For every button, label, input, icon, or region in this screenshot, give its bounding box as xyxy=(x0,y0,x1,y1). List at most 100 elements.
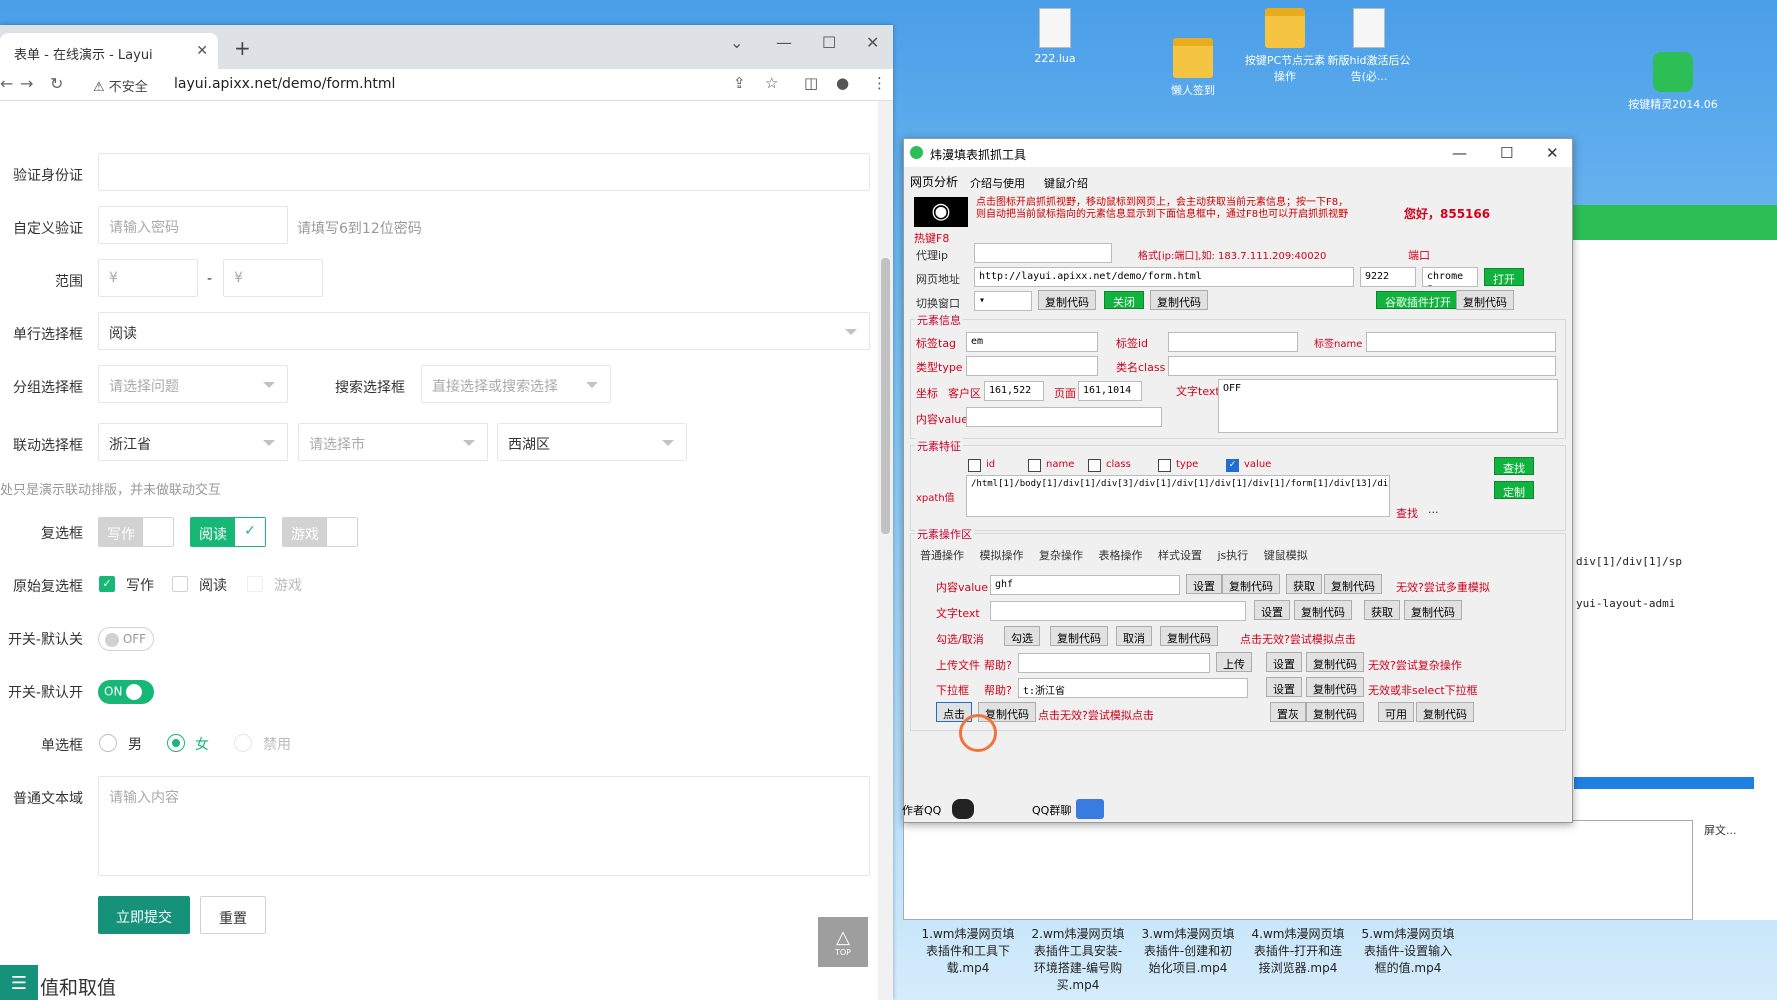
minimize-icon[interactable]: — xyxy=(1452,144,1467,162)
set-button[interactable]: 设置 xyxy=(1254,600,1290,620)
get-button[interactable]: 获取 xyxy=(1286,574,1322,594)
tag-id-input[interactable] xyxy=(1168,332,1298,352)
radio-female[interactable] xyxy=(167,734,185,752)
copy-code-button[interactable]: 复制代码 xyxy=(1150,290,1208,310)
check-type[interactable] xyxy=(1158,459,1171,472)
port-input[interactable]: 9222 xyxy=(1360,267,1416,287)
op-tab[interactable]: 样式设置 xyxy=(1158,549,1202,562)
dropdown-input[interactable]: t:浙江省 xyxy=(1018,678,1248,698)
op-tab[interactable]: 模拟操作 xyxy=(980,549,1024,562)
check-class[interactable] xyxy=(1088,459,1101,472)
new-tab-icon[interactable]: + xyxy=(234,36,251,60)
copy-code-button[interactable]: 复制代码 xyxy=(1038,290,1096,310)
single-select[interactable]: 阅读 xyxy=(98,312,870,350)
op-text-input[interactable] xyxy=(990,601,1246,621)
page-scrollbar[interactable] xyxy=(878,101,893,1000)
upload-input[interactable] xyxy=(1018,653,1210,673)
tab-keymouse[interactable]: 键鼠介绍 xyxy=(1044,175,1088,191)
maximize-icon[interactable]: ☐ xyxy=(1500,144,1513,162)
uncheck-button[interactable]: 取消 xyxy=(1116,626,1152,646)
reload-icon[interactable]: ↻ xyxy=(50,74,63,93)
video-file[interactable]: 4.wm炜漫网页填表插件-打开和连接浏览器.mp4 xyxy=(1248,925,1348,976)
copy-code-button[interactable]: 复制代码 xyxy=(1306,652,1364,672)
raw-checkbox-writing[interactable]: ✓ xyxy=(99,576,115,592)
desktop-icon[interactable]: 懒人签到 xyxy=(1148,38,1238,98)
op-tab[interactable]: 表格操作 xyxy=(1099,549,1143,562)
chevron-down-icon[interactable]: ⌄ xyxy=(730,33,743,52)
copy-code-button[interactable]: 复制代码 xyxy=(1416,702,1474,722)
window-select[interactable]: ▾ xyxy=(974,291,1032,311)
enable-button[interactable]: 可用 xyxy=(1378,702,1414,722)
find-link[interactable]: 查找 xyxy=(1396,505,1418,521)
copy-code-button[interactable]: 复制代码 xyxy=(1456,290,1514,310)
op-tab[interactable]: js执行 xyxy=(1218,549,1249,562)
menu-toggle-icon[interactable]: ☰ xyxy=(0,965,38,1000)
copy-code-button[interactable]: 复制代码 xyxy=(1160,626,1218,646)
star-icon[interactable]: ☆ xyxy=(765,74,778,92)
url-field[interactable]: layui.apixx.net/demo/form.html xyxy=(174,76,395,92)
help-link[interactable]: 帮助? xyxy=(984,657,1012,673)
find-button[interactable]: 查找 xyxy=(1494,457,1534,475)
close-icon[interactable]: ✕ xyxy=(1546,144,1559,162)
security-warning[interactable]: ⚠ 不安全 xyxy=(93,76,148,95)
tab-analysis[interactable]: 网页分析 xyxy=(910,173,958,190)
tag-input[interactable]: em xyxy=(966,332,1098,352)
sidepanel-icon[interactable]: ◫ xyxy=(804,74,818,92)
penguin-icon[interactable] xyxy=(952,799,974,819)
check-name[interactable] xyxy=(1028,459,1041,472)
search-select[interactable]: 直接选择或搜索选择 xyxy=(421,365,611,403)
menu-icon[interactable]: ⋮ xyxy=(872,74,887,92)
copy-code-button[interactable]: 复制代码 xyxy=(1324,574,1382,594)
type-input[interactable] xyxy=(966,356,1098,376)
close-tab-icon[interactable]: ✕ xyxy=(196,43,208,59)
raw-checkbox-reading[interactable] xyxy=(172,576,188,592)
browser-select[interactable]: chrome ▾ xyxy=(1422,267,1478,287)
range-max-input[interactable]: ¥ xyxy=(223,259,323,297)
checkbox-reading[interactable]: 阅读 ✓ xyxy=(190,517,266,547)
close-browser-button[interactable]: 关闭 xyxy=(1104,291,1144,309)
video-file[interactable]: 1.wm炜漫网页填表插件和工具下载.mp4 xyxy=(918,925,1018,976)
simulate-click-link[interactable]: 点击无效?尝试模拟点击 xyxy=(1240,631,1356,647)
get-button[interactable]: 获取 xyxy=(1364,600,1400,620)
password-input[interactable]: 请输入密码 xyxy=(98,206,288,244)
desktop-icon[interactable]: 222.lua xyxy=(1010,8,1100,65)
video-file[interactable]: 5.wm炜漫网页填表插件-设置输入框的值.mp4 xyxy=(1358,925,1458,976)
back-icon[interactable]: ← xyxy=(0,74,13,93)
browser-tab[interactable]: 表单 - 在线演示 - Layui ✕ xyxy=(0,33,218,69)
share-icon[interactable]: ⇪ xyxy=(733,74,746,92)
locate-button[interactable]: 定制 xyxy=(1494,481,1534,499)
class-input[interactable] xyxy=(1168,356,1556,376)
forward-icon[interactable]: → xyxy=(20,74,33,93)
open-button[interactable]: 打开 xyxy=(1484,268,1524,286)
maximize-icon[interactable]: ☐ xyxy=(822,33,836,52)
disable-button[interactable]: 置灰 xyxy=(1270,702,1306,722)
raw-checkbox-gaming[interactable] xyxy=(247,576,263,592)
op-tab[interactable]: 复杂操作 xyxy=(1039,549,1083,562)
proxy-input[interactable] xyxy=(974,243,1112,263)
province-select[interactable]: 浙江省 xyxy=(98,423,288,461)
video-file[interactable]: 2.wm炜漫网页填表插件工具安装-环境搭建-编号购买.mp4 xyxy=(1028,925,1128,993)
range-min-input[interactable]: ¥ xyxy=(98,259,198,297)
id-input[interactable] xyxy=(98,153,870,191)
copy-code-button[interactable]: 复制代码 xyxy=(1404,600,1462,620)
district-select[interactable]: 西湖区 xyxy=(497,423,687,461)
set-button[interactable]: 设置 xyxy=(1266,677,1302,697)
tab-intro[interactable]: 介绍与使用 xyxy=(970,175,1025,191)
checkbox-writing[interactable]: 写作 xyxy=(98,517,174,547)
url-input[interactable]: http://layui.apixx.net/demo/form.html xyxy=(974,267,1354,287)
group-select[interactable]: 请选择问题 xyxy=(98,365,288,403)
group-icon[interactable] xyxy=(1076,799,1104,819)
complex-op-link[interactable]: 无效?尝试复杂操作 xyxy=(1368,657,1462,673)
multi-simulate-link[interactable]: 无效?尝试多重模拟 xyxy=(1396,579,1490,595)
set-button[interactable]: 设置 xyxy=(1266,652,1302,672)
plugin-open-button[interactable]: 谷歌插件打开 xyxy=(1376,291,1460,309)
submit-button[interactable]: 立即提交 xyxy=(98,896,190,934)
switch-off[interactable]: OFF xyxy=(98,627,154,651)
tag-name-input[interactable] xyxy=(1366,332,1556,352)
close-window-icon[interactable]: ✕ xyxy=(866,33,879,52)
copy-code-button[interactable]: 复制代码 xyxy=(1306,702,1364,722)
copy-code-button[interactable]: 复制代码 xyxy=(1050,626,1108,646)
check-button[interactable]: 勾选 xyxy=(1004,626,1040,646)
check-value[interactable]: ✓ xyxy=(1226,459,1239,472)
city-select[interactable]: 请选择市 xyxy=(298,423,488,461)
